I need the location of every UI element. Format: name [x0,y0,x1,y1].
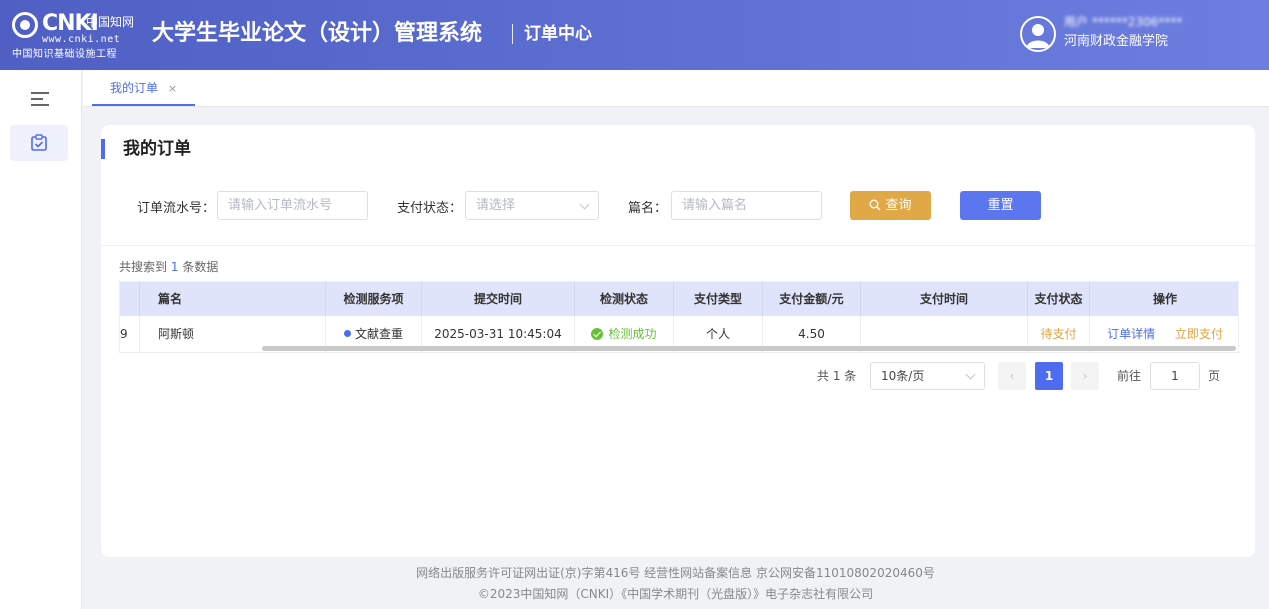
result-number: 1 [170,260,179,274]
col-service: 检测服务项 [326,282,422,316]
chevron-down-icon [965,369,976,380]
pay-now-link[interactable]: 立即支付 [1175,327,1223,341]
goto-label: 前往 [1117,369,1142,383]
pay-status-label: 支付状态： [397,201,463,216]
col-amount: 支付金额/元 [763,282,861,316]
title-label: 篇名： [628,201,668,216]
prev-page-button[interactable]: ‹ [998,362,1026,390]
logo-url: www.cnki.net [42,34,121,45]
logo-subtitle: 中国知识基础设施工程 [12,49,117,60]
title-divider [512,24,513,44]
next-page-button[interactable]: › [1071,362,1099,390]
pay-status-select[interactable]: 请选择 [465,191,599,220]
user-avatar-icon[interactable] [1020,16,1056,52]
col-check-status: 检测状态 [575,282,674,316]
page-size-select[interactable]: 10条/页 [870,362,985,390]
col-pay-time: 支付时间 [861,282,1028,316]
page-1-button[interactable]: 1 [1035,362,1063,390]
orders-card: 我的订单 订单流水号： 请输入订单流水号 支付状态： 请选择 篇名： 请输入篇名… [101,125,1255,557]
system-title: 大学生毕业论文（设计）管理系统 [152,21,483,46]
reset-button[interactable]: 重置 [960,191,1041,220]
tab-my-orders[interactable]: 我的订单 × [92,70,196,106]
user-name: 用户 ******2306**** [1064,15,1183,29]
orders-table: 篇名 检测服务项 提交时间 检测状态 支付类型 支付金额/元 支付时间 支付状态… [119,281,1239,353]
logo-cn-text: 中国知网 [86,15,135,29]
footer-copyright: ©2023中国知网（CNKI）《中国学术期刊（光盘版）》电子杂志社有限公司 [477,587,874,601]
order-checklist-icon [31,134,47,151]
cnki-logo[interactable]: CNKI 中国知网 www.cnki.net 中国知识基础设施工程 [12,10,144,60]
user-organization: 河南财政金融学院 [1064,34,1169,49]
filter-divider [101,245,1255,246]
page-unit-label: 页 [1208,369,1221,383]
cnki-logo-mark-icon [12,12,38,38]
goto-page-input[interactable]: 1 [1150,362,1200,390]
table-header: 篇名 检测服务项 提交时间 检测状态 支付类型 支付金额/元 支付时间 支付状态… [120,282,1238,316]
section-title: 订单中心 [524,24,592,44]
query-button-label: 查询 [885,198,912,213]
page-title: 我的订单 [101,139,191,159]
footer-license: 网络出版服务许可证网出证(京)字第416号 经营性网站备案信息 京公网安备110… [416,566,935,580]
sidebar [0,70,82,609]
check-circle-icon [591,328,604,340]
col-submit-time: 提交时间 [422,282,575,316]
pagination-total: 共 1 条 [817,369,857,383]
result-count: 共搜索到 1 条数据 [119,258,218,276]
order-no-label: 订单流水号： [137,201,216,216]
chevron-down-icon [579,199,590,210]
row-index: 9 [120,316,140,352]
close-icon[interactable]: × [168,82,177,95]
tab-label: 我的订单 [110,81,159,95]
col-index [120,282,140,316]
order-detail-link[interactable]: 订单详情 [1107,327,1155,341]
row-service-text: 文献查重 [354,327,403,341]
query-button[interactable]: 查询 [850,191,931,220]
row-check-status-text: 检测成功 [608,327,657,341]
result-suffix: 条数据 [182,260,219,274]
page-size-value: 10条/页 [881,369,925,383]
sidebar-item-orders[interactable] [10,125,68,161]
col-pay-status: 支付状态 [1028,282,1090,316]
tabs-bar: 我的订单 × [83,70,1269,107]
order-no-input[interactable]: 请输入订单流水号 [217,191,368,220]
title-input[interactable]: 请输入篇名 [671,191,822,220]
table-horizontal-scrollbar[interactable] [262,346,1236,351]
menu-fold-icon[interactable] [31,92,49,106]
result-prefix: 共搜索到 [119,260,168,274]
search-icon [870,199,881,211]
col-title: 篇名 [140,282,326,316]
col-pay-type: 支付类型 [674,282,763,316]
pay-status-placeholder: 请选择 [476,198,516,213]
top-header: CNKI 中国知网 www.cnki.net 中国知识基础设施工程 大学生毕业论… [0,0,1269,70]
col-actions: 操作 [1152,292,1177,306]
service-dot-icon [343,330,351,337]
